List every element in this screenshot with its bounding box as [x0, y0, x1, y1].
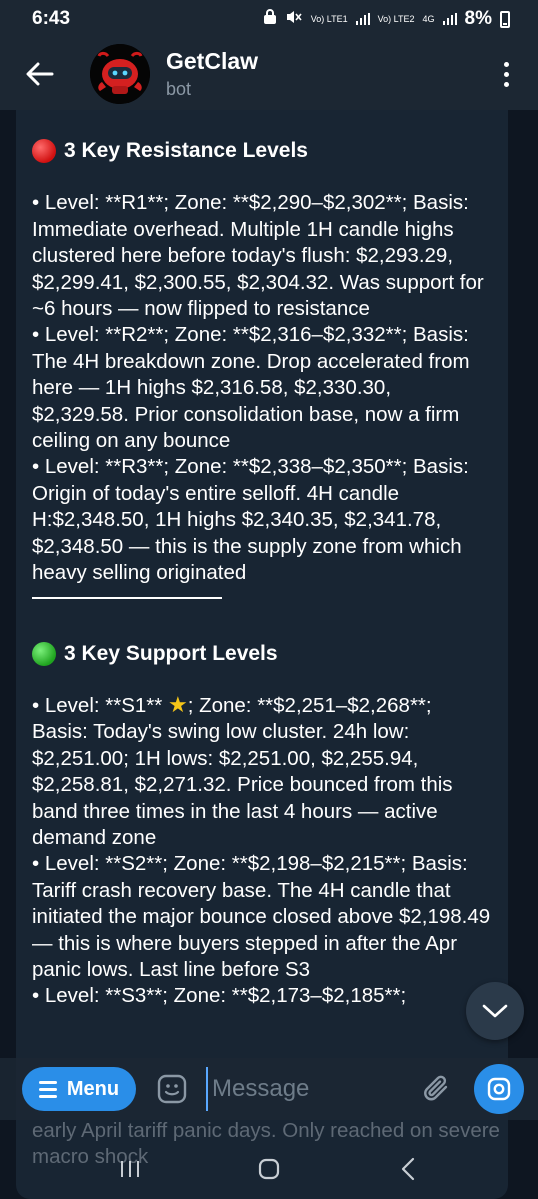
support-item-s3: • Level: **S3**; Zone: **$2,173–$2,185**… — [32, 984, 407, 1008]
resistance-item-r3: • Level: **R3**; Zone: **$2,338–$2,350**… — [32, 455, 469, 585]
back-nav-icon[interactable] — [388, 1149, 428, 1189]
back-arrow-icon[interactable] — [20, 54, 60, 94]
separator-line — [32, 596, 222, 599]
mute-icon — [285, 9, 303, 29]
s1-prefix: • Level: **S1** — [32, 693, 168, 717]
sticker-icon[interactable] — [156, 1073, 188, 1105]
chat-title: GetClaw — [166, 48, 259, 74]
s1-rest: ; Zone: **$2,251–$2,268**; Basis: Today'… — [32, 693, 453, 849]
system-nav-bar — [0, 1138, 538, 1199]
resistance-heading: 3 Key Resistance Levels — [32, 138, 492, 164]
support-item-s1: • Level: **S1** ★; Zone: **$2,251–$2,268… — [32, 693, 492, 851]
status-time: 6:43 — [32, 8, 71, 29]
status-bar: 6:43 Vo) LTE1 Vo) LTE2 4G 8% — [0, 0, 538, 38]
camera-icon[interactable] — [474, 1064, 524, 1114]
message-input[interactable] — [206, 1067, 406, 1111]
chevron-down-icon[interactable] — [466, 982, 524, 1040]
recents-icon[interactable] — [110, 1149, 150, 1189]
resistance-item-r1: • Level: **R1**; Zone: **$2,290–$2,302**… — [32, 191, 484, 321]
red-circle-icon — [32, 139, 56, 164]
signal-2-icon — [442, 13, 457, 25]
status-icons: Vo) LTE1 Vo) LTE2 4G 8% — [263, 8, 510, 30]
support-heading: 3 Key Support Levels — [32, 641, 492, 667]
support-item-s2: • Level: **S2**; Zone: **$2,198–$2,215**… — [32, 852, 491, 981]
network-label: 4G — [422, 13, 435, 24]
input-bar: Menu — [0, 1058, 538, 1120]
star-icon: ★ — [167, 691, 188, 717]
resistance-item-r2: • Level: **R2**; Zone: **$2,316–$2,332**… — [32, 323, 470, 453]
battery-icon — [500, 10, 510, 28]
home-icon[interactable] — [249, 1149, 289, 1189]
message-bubble: 3 Key Resistance Levels • Level: **R1**;… — [16, 110, 508, 1199]
bot-avatar-icon[interactable] — [90, 44, 150, 104]
battery-percent: 8% — [464, 8, 492, 29]
green-circle-icon — [32, 641, 56, 666]
chat-header: GetClaw bot — [0, 38, 538, 110]
more-vert-icon[interactable] — [496, 54, 516, 94]
signal-1-icon — [355, 13, 370, 25]
chat-area[interactable]: 3 Key Resistance Levels • Level: **R1**;… — [0, 110, 538, 1199]
menu-icon — [38, 1080, 57, 1098]
attach-icon[interactable] — [420, 1072, 454, 1106]
menu-label: Menu — [66, 1077, 120, 1100]
chat-subtitle: bot — [166, 79, 192, 99]
lock-icon — [263, 9, 277, 29]
sim1-label: Vo) LTE1 — [310, 13, 348, 24]
menu-button[interactable]: Menu — [22, 1067, 136, 1111]
support-title: 3 Key Support Levels — [64, 641, 278, 665]
resistance-title: 3 Key Resistance Levels — [64, 139, 308, 162]
sim2-label: Vo) LTE2 — [377, 13, 415, 24]
